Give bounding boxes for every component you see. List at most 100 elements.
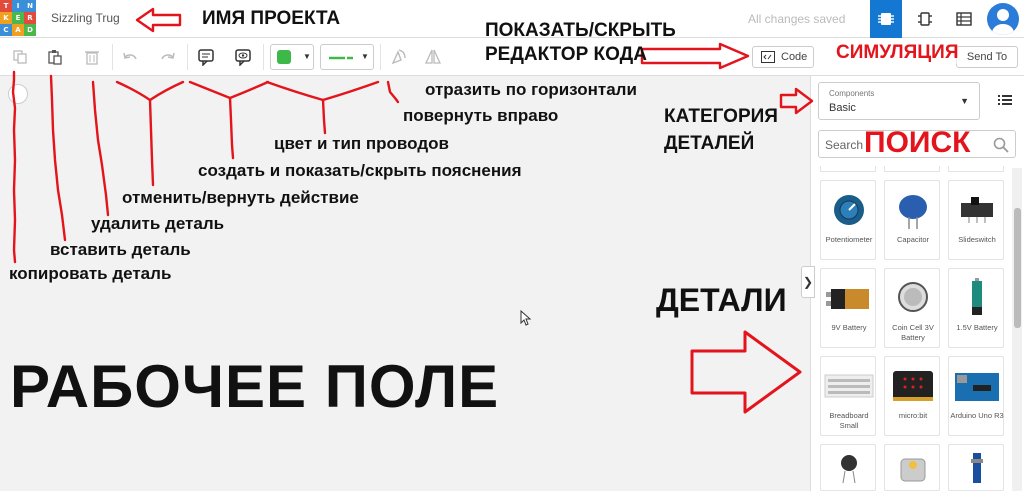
annotation-code-editor-line1: ПОКАЗАТЬ/СКРЫТЬ <box>485 20 676 41</box>
component-card-capacitor[interactable]: Capacitor <box>884 180 940 260</box>
component-card-slideswitch[interactable]: Slideswitch <box>948 180 1004 260</box>
collapse-panel-button[interactable]: ❯ <box>801 266 815 298</box>
copy-button[interactable] <box>7 44 33 70</box>
annotation-flip: отразить по горизонтали <box>425 80 637 99</box>
chevron-down-icon: ▼ <box>960 96 969 106</box>
component-card-partial[interactable] <box>948 166 1004 172</box>
category-label: Components <box>829 89 875 98</box>
annotation-category-line2: ДЕТАЛЕЙ <box>664 133 755 154</box>
dc-motor-icon <box>900 458 926 482</box>
rotate-button[interactable] <box>385 44 411 70</box>
fit-view-button[interactable] <box>8 84 28 104</box>
battery-9v-icon <box>826 289 869 309</box>
component-card-9v-battery[interactable]: 9V Battery <box>820 268 876 348</box>
logo-letter: N <box>24 0 36 12</box>
flip-icon <box>424 49 442 64</box>
delete-icon <box>85 51 99 65</box>
annotation-rotate: повернуть вправо <box>403 106 559 125</box>
schematic-view-icon <box>918 12 932 26</box>
chevron-right-icon: ❯ <box>802 275 814 289</box>
component-name: Potentiometer <box>825 235 873 244</box>
project-name[interactable]: Sizzling Trug <box>51 11 120 25</box>
code-button-label: Code <box>781 51 808 63</box>
undo-icon <box>123 52 137 60</box>
annotation-copy: копировать деталь <box>9 264 172 283</box>
component-card-microbit[interactable]: micro:bit <box>884 356 940 436</box>
toolbar-divider <box>263 44 264 70</box>
component-card-partial[interactable] <box>820 444 876 491</box>
toggle-notes-button[interactable] <box>230 44 256 70</box>
component-card-breadboard[interactable]: Breadboard Small <box>820 356 876 436</box>
annotation-workplane: РАБОЧЕЕ ПОЛЕ <box>10 353 500 420</box>
user-avatar[interactable] <box>987 3 1019 35</box>
redo-button[interactable] <box>155 44 181 70</box>
annotation-project-name: ИМЯ ПРОЕКТА <box>202 8 341 29</box>
chevron-down-icon: ▼ <box>361 52 369 61</box>
schematic-view-button[interactable] <box>909 0 941 38</box>
component-card-arduino[interactable]: Arduino Uno R3 <box>948 356 1004 436</box>
toolbar-divider <box>187 44 188 70</box>
wire-type-dropdown[interactable]: ▼ <box>320 44 374 70</box>
annotation-code-editor-line2: РЕДАКТОР КОДА <box>485 44 647 65</box>
mouse-cursor-icon <box>520 310 532 326</box>
logo-letter: C <box>0 24 12 36</box>
annotation-notes: создать и показать/скрыть пояснения <box>198 161 522 180</box>
servo-icon <box>971 453 983 483</box>
coin-cell-icon <box>898 282 928 312</box>
logo-letter: D <box>24 24 36 36</box>
component-card-partial[interactable] <box>820 166 876 172</box>
wire-color-dropdown[interactable]: ▼ <box>270 44 314 70</box>
component-name: 1.5V Battery <box>956 323 998 332</box>
annotation-undo-redo: отменить/вернуть действие <box>122 188 359 207</box>
component-name: micro:bit <box>898 411 928 420</box>
component-card-potentiometer[interactable]: Potentiometer <box>820 180 876 260</box>
component-name: Coin Cell 3V Battery <box>892 323 934 342</box>
list-view-button[interactable] <box>990 88 1020 112</box>
annotation-search: ПОИСК <box>864 126 971 159</box>
list-icon <box>998 95 1012 105</box>
search-icon[interactable] <box>993 137 1009 153</box>
rotate-icon <box>391 49 406 65</box>
tinkercad-logo[interactable]: T I N K E R C A D <box>0 0 37 37</box>
logo-letter: K <box>0 12 12 24</box>
component-list-button[interactable] <box>948 0 980 38</box>
annotation-delete: удалить деталь <box>91 214 225 233</box>
code-editor-button[interactable]: Code <box>752 46 814 68</box>
component-list-icon <box>956 12 972 26</box>
logo-letter: A <box>12 24 24 36</box>
component-card-partial[interactable] <box>884 166 940 172</box>
component-card-partial[interactable] <box>948 444 1004 491</box>
logo-letter: E <box>12 12 24 24</box>
code-icon <box>761 51 775 63</box>
save-status: All changes saved <box>748 12 846 26</box>
notes-button[interactable] <box>193 44 219 70</box>
annotation-paste: вставить деталь <box>50 240 191 259</box>
component-name: Capacitor <box>896 235 930 244</box>
component-card-1-5v-battery[interactable]: 1.5V Battery <box>948 268 1004 348</box>
scrollbar-thumb[interactable] <box>1014 208 1021 328</box>
annotation-category-line1: КАТЕГОРИЯ <box>664 106 778 127</box>
component-name: Breadboard Small <box>829 411 869 430</box>
component-category-select[interactable]: Components Basic ▼ <box>818 82 980 120</box>
notes-icon <box>198 49 214 66</box>
circuit-view-icon <box>878 13 894 25</box>
component-name: Slideswitch <box>958 235 996 244</box>
annotation-simulation: СИМУЛЯЦИЯ <box>836 42 959 64</box>
component-card-partial[interactable] <box>884 444 940 491</box>
logo-letter: T <box>0 0 12 12</box>
annotation-parts: ДЕТАЛИ <box>656 282 787 318</box>
send-to-button[interactable]: Send To <box>956 46 1018 68</box>
chevron-down-icon: ▼ <box>303 52 311 61</box>
toggle-notes-icon <box>235 49 251 66</box>
component-card-coin-cell[interactable]: Coin Cell 3V Battery <box>884 268 940 348</box>
flip-button[interactable] <box>420 44 446 70</box>
component-name: 9V Battery <box>831 323 867 332</box>
annotation-wires: цвет и тип проводов <box>274 134 449 153</box>
slideswitch-icon <box>961 197 993 223</box>
undo-button[interactable] <box>117 44 143 70</box>
potentiometer-icon <box>834 195 864 225</box>
toolbar-divider <box>112 44 113 70</box>
delete-button[interactable] <box>79 44 105 70</box>
paste-button[interactable] <box>42 44 68 70</box>
circuit-view-button[interactable] <box>870 0 902 38</box>
